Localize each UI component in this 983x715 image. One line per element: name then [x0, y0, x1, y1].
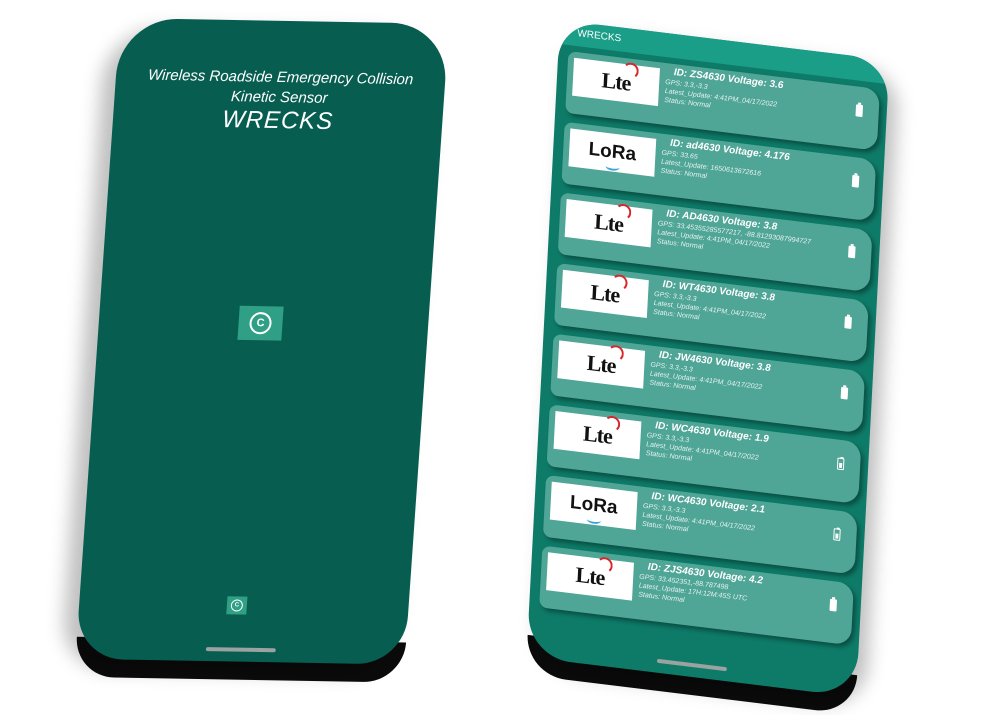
battery-icon — [844, 316, 852, 330]
list-phone: WRECKS Lte ID: ZS4630 Voltage: 3.6 GPS: 3.… — [525, 20, 890, 715]
splash-subtitle-line1: Wireless Roadside Emergency Collision — [147, 66, 414, 89]
lora-logo-icon: LoRa — [549, 481, 638, 530]
battery-icon — [829, 598, 838, 612]
battery-icon — [851, 174, 860, 188]
device-list-screen: WRECKS Lte ID: ZS4630 Voltage: 3.6 GPS: 3.… — [526, 20, 890, 698]
lte-logo-icon: Lte — [553, 410, 642, 460]
home-indicator[interactable] — [656, 658, 727, 672]
network-type-label: Lte — [582, 415, 621, 449]
device-list[interactable]: Lte ID: ZS4630 Voltage: 3.6 GPS: 3.3,-3.3 L… — [539, 51, 880, 654]
network-type-label: Lte — [594, 203, 633, 238]
network-type-label: Lte — [590, 273, 629, 308]
battery-icon — [840, 386, 849, 400]
lte-logo-icon: Lte — [546, 552, 634, 601]
battery-icon — [848, 245, 856, 259]
splash-screen: Wireless Roadside Emergency Collision Ki… — [75, 18, 450, 665]
lte-logo-icon: Lte — [557, 340, 646, 389]
network-type-label: LoRa — [588, 139, 637, 172]
c-logo-icon: C — [237, 305, 284, 341]
app-bar-title: WRECKS — [577, 28, 622, 45]
network-type-label: Lte — [586, 344, 625, 379]
lte-logo-icon: Lte — [564, 199, 653, 248]
battery-icon — [836, 457, 845, 471]
home-indicator[interactable] — [205, 647, 276, 653]
network-type-label: Lte — [575, 556, 614, 591]
splash-phone: Wireless Roadside Emergency Collision Ki… — [74, 18, 450, 683]
lte-logo-icon: Lte — [572, 57, 660, 107]
lora-logo-icon: LoRa — [568, 128, 657, 177]
c-logo-small-icon: C — [226, 596, 248, 615]
battery-icon — [855, 104, 864, 118]
lte-logo-icon: Lte — [560, 269, 649, 319]
splash-title: WRECKS — [221, 106, 335, 135]
network-type-label: Lte — [601, 61, 640, 96]
network-type-label: LoRa — [569, 492, 618, 525]
battery-icon — [833, 528, 841, 541]
